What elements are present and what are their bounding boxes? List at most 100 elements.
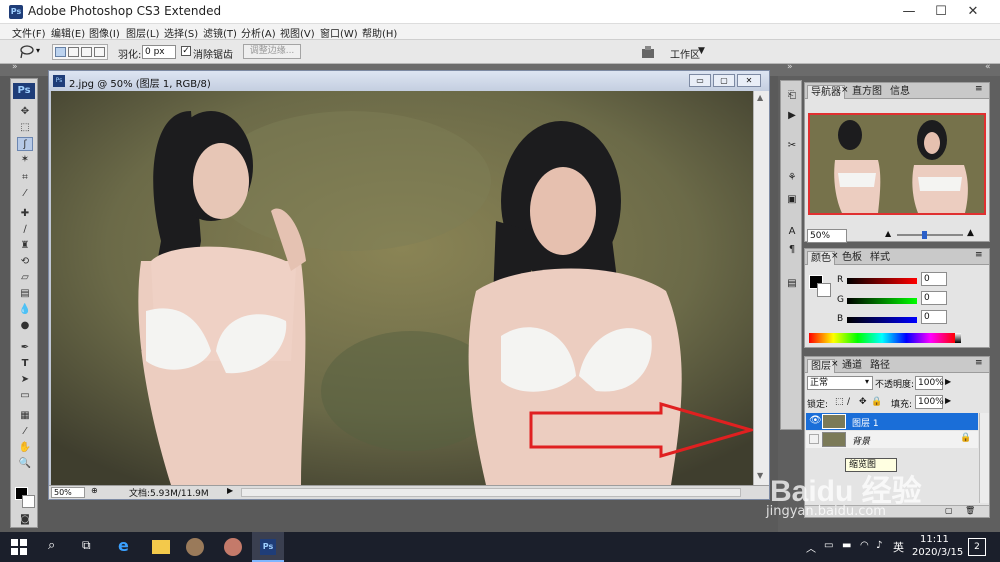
tab-close-icon[interactable]: × [841,85,849,95]
scroll-up-icon[interactable]: ▲ [757,93,763,102]
shape-tool-icon[interactable]: ▭ [17,389,33,403]
move-tool-icon[interactable]: ✥ [17,105,33,119]
brush-tool-icon[interactable]: ∕ [17,223,33,237]
quick-mask-icon[interactable]: ◙ [17,513,33,527]
tray-chevron-icon[interactable]: ︿ [806,540,816,555]
paint-app-icon[interactable] [186,538,204,556]
menu-window[interactable]: 窗口(W) [320,25,358,40]
lasso-tool-icon[interactable] [18,44,34,60]
layer-thumbnail[interactable] [822,414,846,429]
eyedropper-tool-icon[interactable]: ⁄ [17,187,33,201]
color-background-swatch[interactable] [817,283,831,297]
channel-g-slider[interactable] [847,298,917,304]
layer-comps-icon[interactable]: ▤ [785,277,799,291]
menu-analysis[interactable]: 分析(A) [241,25,276,40]
panel-menu-icon[interactable]: ≡ [975,250,983,260]
lock-position-icon[interactable]: ✥ [859,397,867,407]
feather-input[interactable]: 0 px [142,45,176,59]
collapse-toolbox-icon[interactable]: » [12,62,18,72]
tool-preset-dropdown-icon[interactable]: ▾ [36,46,40,55]
zoom-in-icon[interactable]: ▲ [967,228,974,238]
tab-styles[interactable]: 样式 [867,251,893,265]
vertical-scrollbar[interactable]: ▲ ▼ [753,91,769,485]
navigator-preview[interactable] [808,113,986,215]
tab-paths[interactable]: 路径 [867,359,893,373]
healing-brush-tool-icon[interactable]: ✚ [17,207,33,221]
lock-pixels-icon[interactable]: ∕ [847,397,850,407]
dodge-tool-icon[interactable]: ● [17,319,33,333]
layer-thumbnail[interactable] [822,432,846,447]
menu-image[interactable]: 图像(I) [89,25,120,40]
layers-scrollbar[interactable] [979,413,989,503]
panel-menu-icon[interactable]: ≡ [975,358,983,368]
notes-tool-icon[interactable]: ▦ [17,409,33,423]
opacity-input[interactable]: 100% [915,376,944,390]
tab-swatches[interactable]: 色板 [839,251,865,265]
marquee-tool-icon[interactable]: ⬚ [17,121,33,135]
doc-maximize-icon[interactable]: ▢ [713,74,735,87]
gradient-tool-icon[interactable]: ▤ [17,287,33,301]
zoom-tool-icon[interactable]: 🔍 [17,457,33,471]
tray-battery-icon[interactable]: ▬ [842,540,851,551]
antialias-checkbox[interactable]: ✓ [181,46,191,56]
collapse-dock-icon[interactable]: » [787,62,793,72]
windows-start-icon[interactable] [10,538,28,556]
tray-wifi-icon[interactable]: ◠ [860,540,869,551]
background-color-swatch[interactable] [22,495,35,508]
search-icon[interactable]: ⌕ [48,538,55,553]
horizontal-scrollbar[interactable] [241,488,741,497]
layer-row-background[interactable]: 背景 🔒 [806,431,978,448]
navigator-zoom-slider[interactable] [897,234,963,236]
status-arrow-icon[interactable]: ▶ [227,486,233,495]
eye-visibility-icon[interactable]: 👁 [809,415,822,426]
edge-browser-icon[interactable]: e [118,536,129,555]
paint-app2-icon[interactable] [224,538,242,556]
new-selection-icon[interactable] [55,47,66,57]
menu-select[interactable]: 选择(S) [164,25,198,40]
lock-transparent-icon[interactable]: ⬚ [835,397,844,407]
blend-mode-select[interactable]: 正常 [807,376,873,390]
panel-menu-icon[interactable]: ≡ [975,84,983,94]
menu-file[interactable]: 文件(F) [12,25,46,40]
type-tool-icon[interactable]: T [17,357,33,371]
menu-edit[interactable]: 编辑(E) [51,25,85,40]
spectrum-bw-bar[interactable] [955,333,961,343]
task-view-icon[interactable]: ⧉ [82,538,91,553]
visibility-toggle-off[interactable] [809,434,819,444]
hand-tool-icon[interactable]: ✋ [17,441,33,455]
new-layer-icon[interactable]: ▢ [945,506,953,515]
workspace-label[interactable]: 工作区 [670,46,700,61]
eyedropper2-tool-icon[interactable]: ⁄ [17,425,33,439]
doc-close-icon[interactable]: ✕ [737,74,761,87]
clone-source-icon[interactable]: ▣ [785,193,799,207]
delete-layer-icon[interactable]: 🗑 [965,506,975,515]
history-icon[interactable]: ⎗ [785,89,799,103]
clock-date[interactable]: 2020/3/15 [912,547,963,558]
eraser-tool-icon[interactable]: ▱ [17,271,33,285]
menu-layer[interactable]: 图层(L) [126,25,159,40]
notification-center-icon[interactable]: 2 [968,538,986,556]
channel-g-input[interactable]: 0 [921,291,947,305]
layer-name[interactable]: 图层 1 [852,416,879,429]
menu-view[interactable]: 视图(V) [280,25,315,40]
intersect-selection-icon[interactable] [94,47,105,57]
add-selection-icon[interactable] [68,47,79,57]
blur-tool-icon[interactable]: 💧 [17,303,33,317]
layer-row-layer1[interactable]: 👁 图层 1 [806,413,978,430]
palette-well-icon[interactable] [640,44,658,60]
path-selection-tool-icon[interactable]: ➤ [17,373,33,387]
channel-r-input[interactable]: 0 [921,272,947,286]
status-menu-icon[interactable]: ⊕ [91,486,98,495]
ime-indicator[interactable]: 英 [893,539,904,555]
channel-r-slider[interactable] [847,278,917,284]
tab-close-icon[interactable]: × [831,251,839,261]
layer-name[interactable]: 背景 [852,434,870,447]
fill-input[interactable]: 100% [915,395,944,409]
refine-edge-button[interactable]: 调整边缘... [243,44,301,59]
channel-b-input[interactable]: 0 [921,310,947,324]
workspace-dropdown-icon[interactable]: ▼ [698,46,705,56]
tool-presets-icon[interactable]: ✂ [785,139,799,153]
fill-slider-icon[interactable]: ▶ [945,396,951,405]
paragraph-icon[interactable]: ¶ [785,243,799,257]
close-button[interactable]: ✕ [950,0,996,24]
